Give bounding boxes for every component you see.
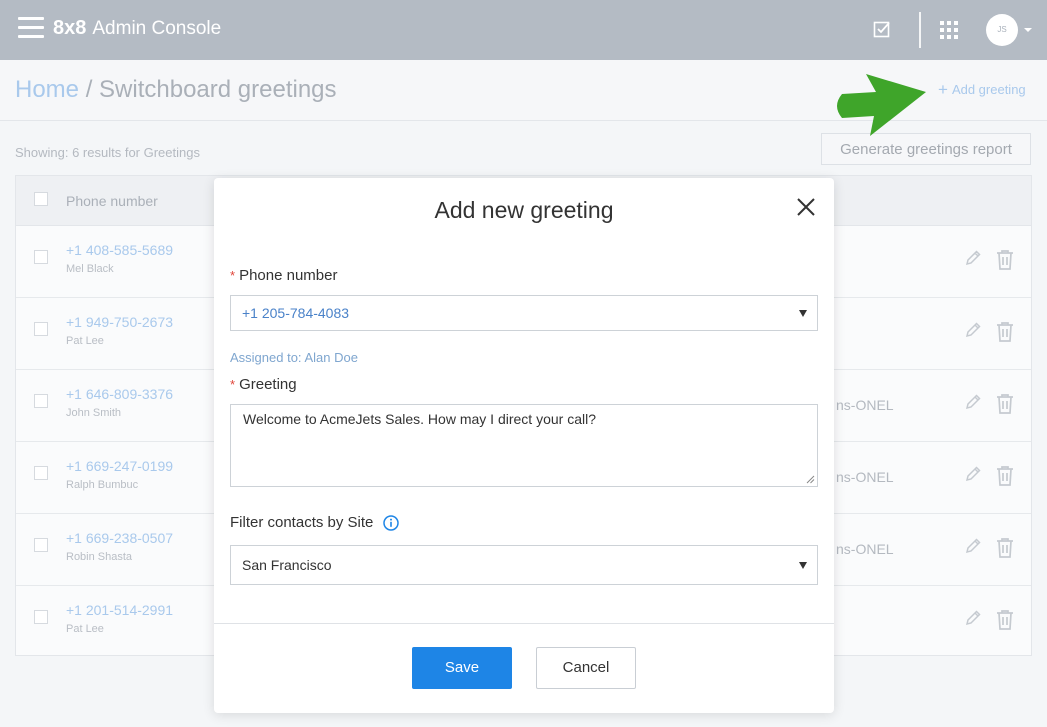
brand-logo: 8x8 <box>53 17 87 39</box>
tasks-check-icon[interactable] <box>873 20 891 38</box>
info-icon[interactable] <box>383 515 399 531</box>
hamburger-menu-icon[interactable] <box>18 17 44 39</box>
greeting-text: Welcome to AcmeJets Sales. How may I dir… <box>243 411 596 427</box>
phone-number-label-text: Phone number <box>239 267 338 284</box>
page-title: Switchboard greetings <box>99 76 337 103</box>
row-phone-number[interactable]: +1 669-247-0199 <box>66 458 173 474</box>
row-checkbox[interactable] <box>34 394 48 408</box>
brand-name: Admin Console <box>92 18 222 39</box>
row-extra-text: ns-ONEL <box>836 397 894 413</box>
row-phone-number[interactable]: +1 201-514-2991 <box>66 602 173 618</box>
apps-grid-icon[interactable] <box>940 21 958 39</box>
delete-trash-icon[interactable] <box>995 609 1015 631</box>
required-marker: * <box>230 377 236 392</box>
add-greeting-label: Add greeting <box>951 82 1026 97</box>
dialog-footer-divider <box>214 623 834 624</box>
top-bar: 8x8 Admin Console JS <box>0 0 1047 60</box>
edit-pencil-icon[interactable] <box>964 465 982 483</box>
breadcrumb-home-link[interactable]: Home <box>15 76 79 103</box>
row-phone-number[interactable]: +1 669-238-0507 <box>66 530 173 546</box>
chevron-down-icon <box>799 310 807 317</box>
row-assignee: Mel Black <box>66 263 114 275</box>
row-checkbox[interactable] <box>34 250 48 264</box>
assigned-to-text: Assigned to: Alan Doe <box>230 350 358 365</box>
row-checkbox[interactable] <box>34 466 48 480</box>
phone-number-label: * Phone number <box>230 267 337 284</box>
row-assignee: Ralph Bumbuc <box>66 479 139 491</box>
edit-pencil-icon[interactable] <box>964 249 982 267</box>
select-all-checkbox[interactable] <box>34 192 48 206</box>
required-marker: * <box>230 268 236 283</box>
close-icon[interactable] <box>795 196 817 218</box>
phone-number-value: +1 205-784-4083 <box>242 305 350 321</box>
row-checkbox[interactable] <box>34 610 48 624</box>
row-assignee: Pat Lee <box>66 623 104 635</box>
filter-site-label: Filter contacts by Site <box>230 514 374 531</box>
edit-pencil-icon[interactable] <box>964 393 982 411</box>
delete-trash-icon[interactable] <box>995 393 1015 415</box>
dialog-title: Add new greeting <box>434 197 614 223</box>
annotation-arrow-icon <box>837 74 926 136</box>
phone-number-select[interactable]: +1 205-784-4083 <box>230 295 818 331</box>
row-checkbox[interactable] <box>34 538 48 552</box>
app-brand[interactable]: 8x8 Admin Console <box>53 17 221 40</box>
results-count: Showing: 6 results for Greetings <box>15 145 200 160</box>
row-assignee: Pat Lee <box>66 335 104 347</box>
user-menu-caret-icon[interactable] <box>1024 28 1032 32</box>
user-avatar[interactable]: JS <box>986 14 1018 46</box>
greeting-label: * Greeting <box>230 376 297 393</box>
row-phone-number[interactable]: +1 408-585-5689 <box>66 242 173 258</box>
delete-trash-icon[interactable] <box>995 321 1015 343</box>
resize-handle-icon[interactable] <box>806 475 815 484</box>
breadcrumb-separator: / <box>79 76 100 103</box>
chevron-down-icon <box>799 562 807 569</box>
edit-pencil-icon[interactable] <box>964 321 982 339</box>
cancel-button[interactable]: Cancel <box>536 647 636 689</box>
column-header-phone[interactable]: Phone number <box>66 193 158 209</box>
site-select[interactable]: San Francisco <box>230 545 818 585</box>
breadcrumb: Home / Switchboard greetings <box>15 76 337 104</box>
row-checkbox[interactable] <box>34 322 48 336</box>
delete-trash-icon[interactable] <box>995 249 1015 271</box>
edit-pencil-icon[interactable] <box>964 537 982 555</box>
edit-pencil-icon[interactable] <box>964 609 982 627</box>
row-assignee: Robin Shasta <box>66 551 133 563</box>
add-greeting-dialog: Add new greeting * Phone number +1 205-78… <box>214 178 834 713</box>
row-extra-text: ns-ONEL <box>836 469 894 485</box>
row-phone-number[interactable]: +1 646-809-3376 <box>66 386 173 402</box>
site-value: San Francisco <box>242 557 332 573</box>
add-greeting-link[interactable]: + Add greeting <box>938 80 1026 100</box>
row-phone-number[interactable]: +1 949-750-2673 <box>66 314 173 330</box>
save-button[interactable]: Save <box>412 647 512 689</box>
plus-icon: + <box>938 80 948 99</box>
topbar-divider <box>919 12 921 48</box>
row-assignee: John Smith <box>66 407 122 419</box>
delete-trash-icon[interactable] <box>995 537 1015 559</box>
delete-trash-icon[interactable] <box>995 465 1015 487</box>
greeting-label-text: Greeting <box>239 376 297 393</box>
greeting-textarea[interactable]: Welcome to AcmeJets Sales. How may I dir… <box>230 404 818 487</box>
row-extra-text: ns-ONEL <box>836 541 894 557</box>
